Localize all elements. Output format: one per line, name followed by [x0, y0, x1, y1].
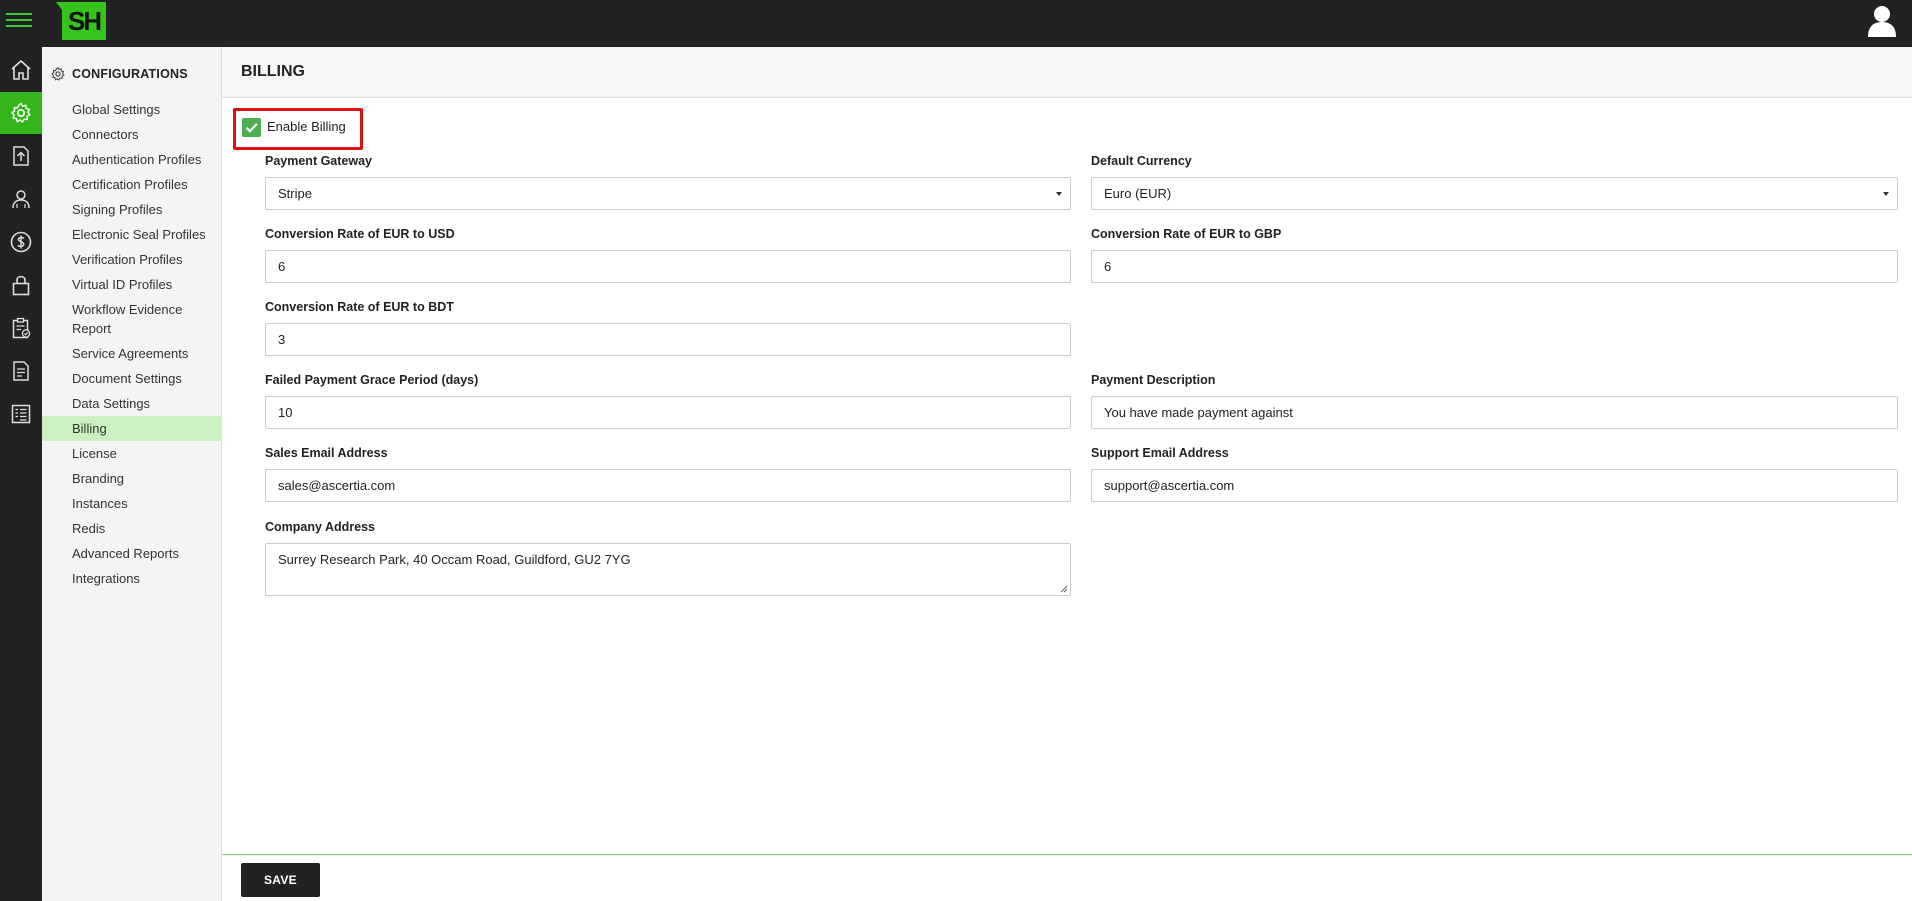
rate-bdt-label: Conversion Rate of EUR to BDT — [265, 300, 454, 314]
user-group-icon[interactable] — [0, 178, 42, 220]
sidebar-header: CONFIGURATIONS — [50, 66, 188, 82]
enable-billing-checkbox[interactable] — [242, 118, 261, 137]
upload-document-icon[interactable] — [0, 135, 42, 177]
sidebar-item-branding[interactable]: Branding — [42, 466, 222, 491]
support-email-label: Support Email Address — [1091, 446, 1229, 460]
chevron-down-icon — [1883, 192, 1889, 196]
lock-icon[interactable] — [0, 264, 42, 306]
sidebar-menu: Global Settings Connectors Authentication … — [42, 97, 222, 591]
enable-billing-highlight: Enable Billing — [233, 108, 363, 150]
page-title: BILLING — [241, 63, 305, 80]
rate-usd-input[interactable] — [265, 250, 1071, 283]
checkmark-icon — [245, 123, 258, 133]
sidebar-item-data-settings[interactable]: Data Settings — [42, 391, 222, 416]
gear-icon[interactable] — [0, 92, 42, 134]
report-icon[interactable] — [0, 393, 42, 435]
sidebar-item-license[interactable]: License — [42, 441, 222, 466]
rate-bdt-input[interactable] — [265, 323, 1071, 356]
sidebar-item-instances[interactable]: Instances — [42, 491, 222, 516]
sales-email-input[interactable] — [265, 469, 1071, 502]
sidebar-item-electronic-seal-profiles[interactable]: Electronic Seal Profiles — [42, 222, 222, 247]
company-address-label: Company Address — [265, 520, 375, 534]
save-button[interactable]: SAVE — [241, 863, 320, 897]
sidebar-item-verification-profiles[interactable]: Verification Profiles — [42, 247, 222, 272]
app-logo[interactable]: SH — [56, 2, 106, 40]
document-icon[interactable] — [0, 350, 42, 392]
rate-gbp-input[interactable] — [1091, 250, 1898, 283]
home-icon[interactable] — [0, 49, 42, 91]
sidebar-item-service-agreements[interactable]: Service Agreements — [42, 341, 222, 366]
default-currency-value: Euro (EUR) — [1104, 186, 1172, 201]
sidebar-item-billing[interactable]: Billing — [42, 416, 222, 441]
main-content: BILLING Enable Billing Payment Gateway S… — [222, 47, 1912, 901]
sidebar-item-connectors[interactable]: Connectors — [42, 122, 222, 147]
sidebar-item-redis[interactable]: Redis — [42, 516, 222, 541]
resize-handle-icon[interactable] — [1060, 585, 1068, 593]
sidebar-item-integrations[interactable]: Integrations — [42, 566, 222, 591]
form-footer: SAVE — [222, 854, 1912, 901]
grace-period-input[interactable] — [265, 396, 1071, 429]
sidebar-item-virtual-id-profiles[interactable]: Virtual ID Profiles — [42, 272, 222, 297]
enable-billing-label[interactable]: Enable Billing — [267, 119, 346, 134]
hamburger-icon[interactable] — [6, 11, 32, 33]
sidebar-item-signing-profiles[interactable]: Signing Profiles — [42, 197, 222, 222]
payment-description-label: Payment Description — [1091, 373, 1216, 387]
gear-icon — [51, 66, 65, 81]
page-title-bar: BILLING — [222, 47, 1912, 98]
clipboard-check-icon[interactable] — [0, 307, 42, 349]
sidebar-item-workflow-evidence-report[interactable]: Workflow Evidence Report — [42, 297, 222, 341]
rate-usd-label: Conversion Rate of EUR to USD — [265, 227, 455, 241]
top-bar: SH — [0, 0, 1912, 47]
company-address-textarea[interactable]: Surrey Research Park, 40 Occam Road, Gui… — [265, 543, 1071, 596]
dollar-icon[interactable] — [0, 221, 42, 263]
sidebar-item-advanced-reports[interactable]: Advanced Reports — [42, 541, 222, 566]
default-currency-label: Default Currency — [1091, 154, 1192, 168]
grace-period-label: Failed Payment Grace Period (days) — [265, 373, 479, 387]
chevron-down-icon — [1056, 192, 1062, 196]
rate-gbp-label: Conversion Rate of EUR to GBP — [1091, 227, 1282, 241]
sales-email-label: Sales Email Address — [265, 446, 388, 460]
sidebar-item-authentication-profiles[interactable]: Authentication Profiles — [42, 147, 222, 172]
payment-gateway-select[interactable]: Stripe — [265, 177, 1071, 210]
sidebar-item-document-settings[interactable]: Document Settings — [42, 366, 222, 391]
icon-rail — [0, 47, 42, 901]
sidebar-item-global-settings[interactable]: Global Settings — [42, 97, 222, 122]
sidebar-item-certification-profiles[interactable]: Certification Profiles — [42, 172, 222, 197]
payment-gateway-value: Stripe — [278, 186, 312, 201]
support-email-input[interactable] — [1091, 469, 1898, 502]
sidebar-section-title: CONFIGURATIONS — [72, 67, 188, 81]
default-currency-select[interactable]: Euro (EUR) — [1091, 177, 1898, 210]
payment-gateway-label: Payment Gateway — [265, 154, 372, 168]
user-avatar-icon[interactable] — [1866, 3, 1898, 39]
payment-description-input[interactable] — [1091, 396, 1898, 429]
configurations-sidebar: CONFIGURATIONS Global Settings Connectors… — [42, 47, 222, 901]
